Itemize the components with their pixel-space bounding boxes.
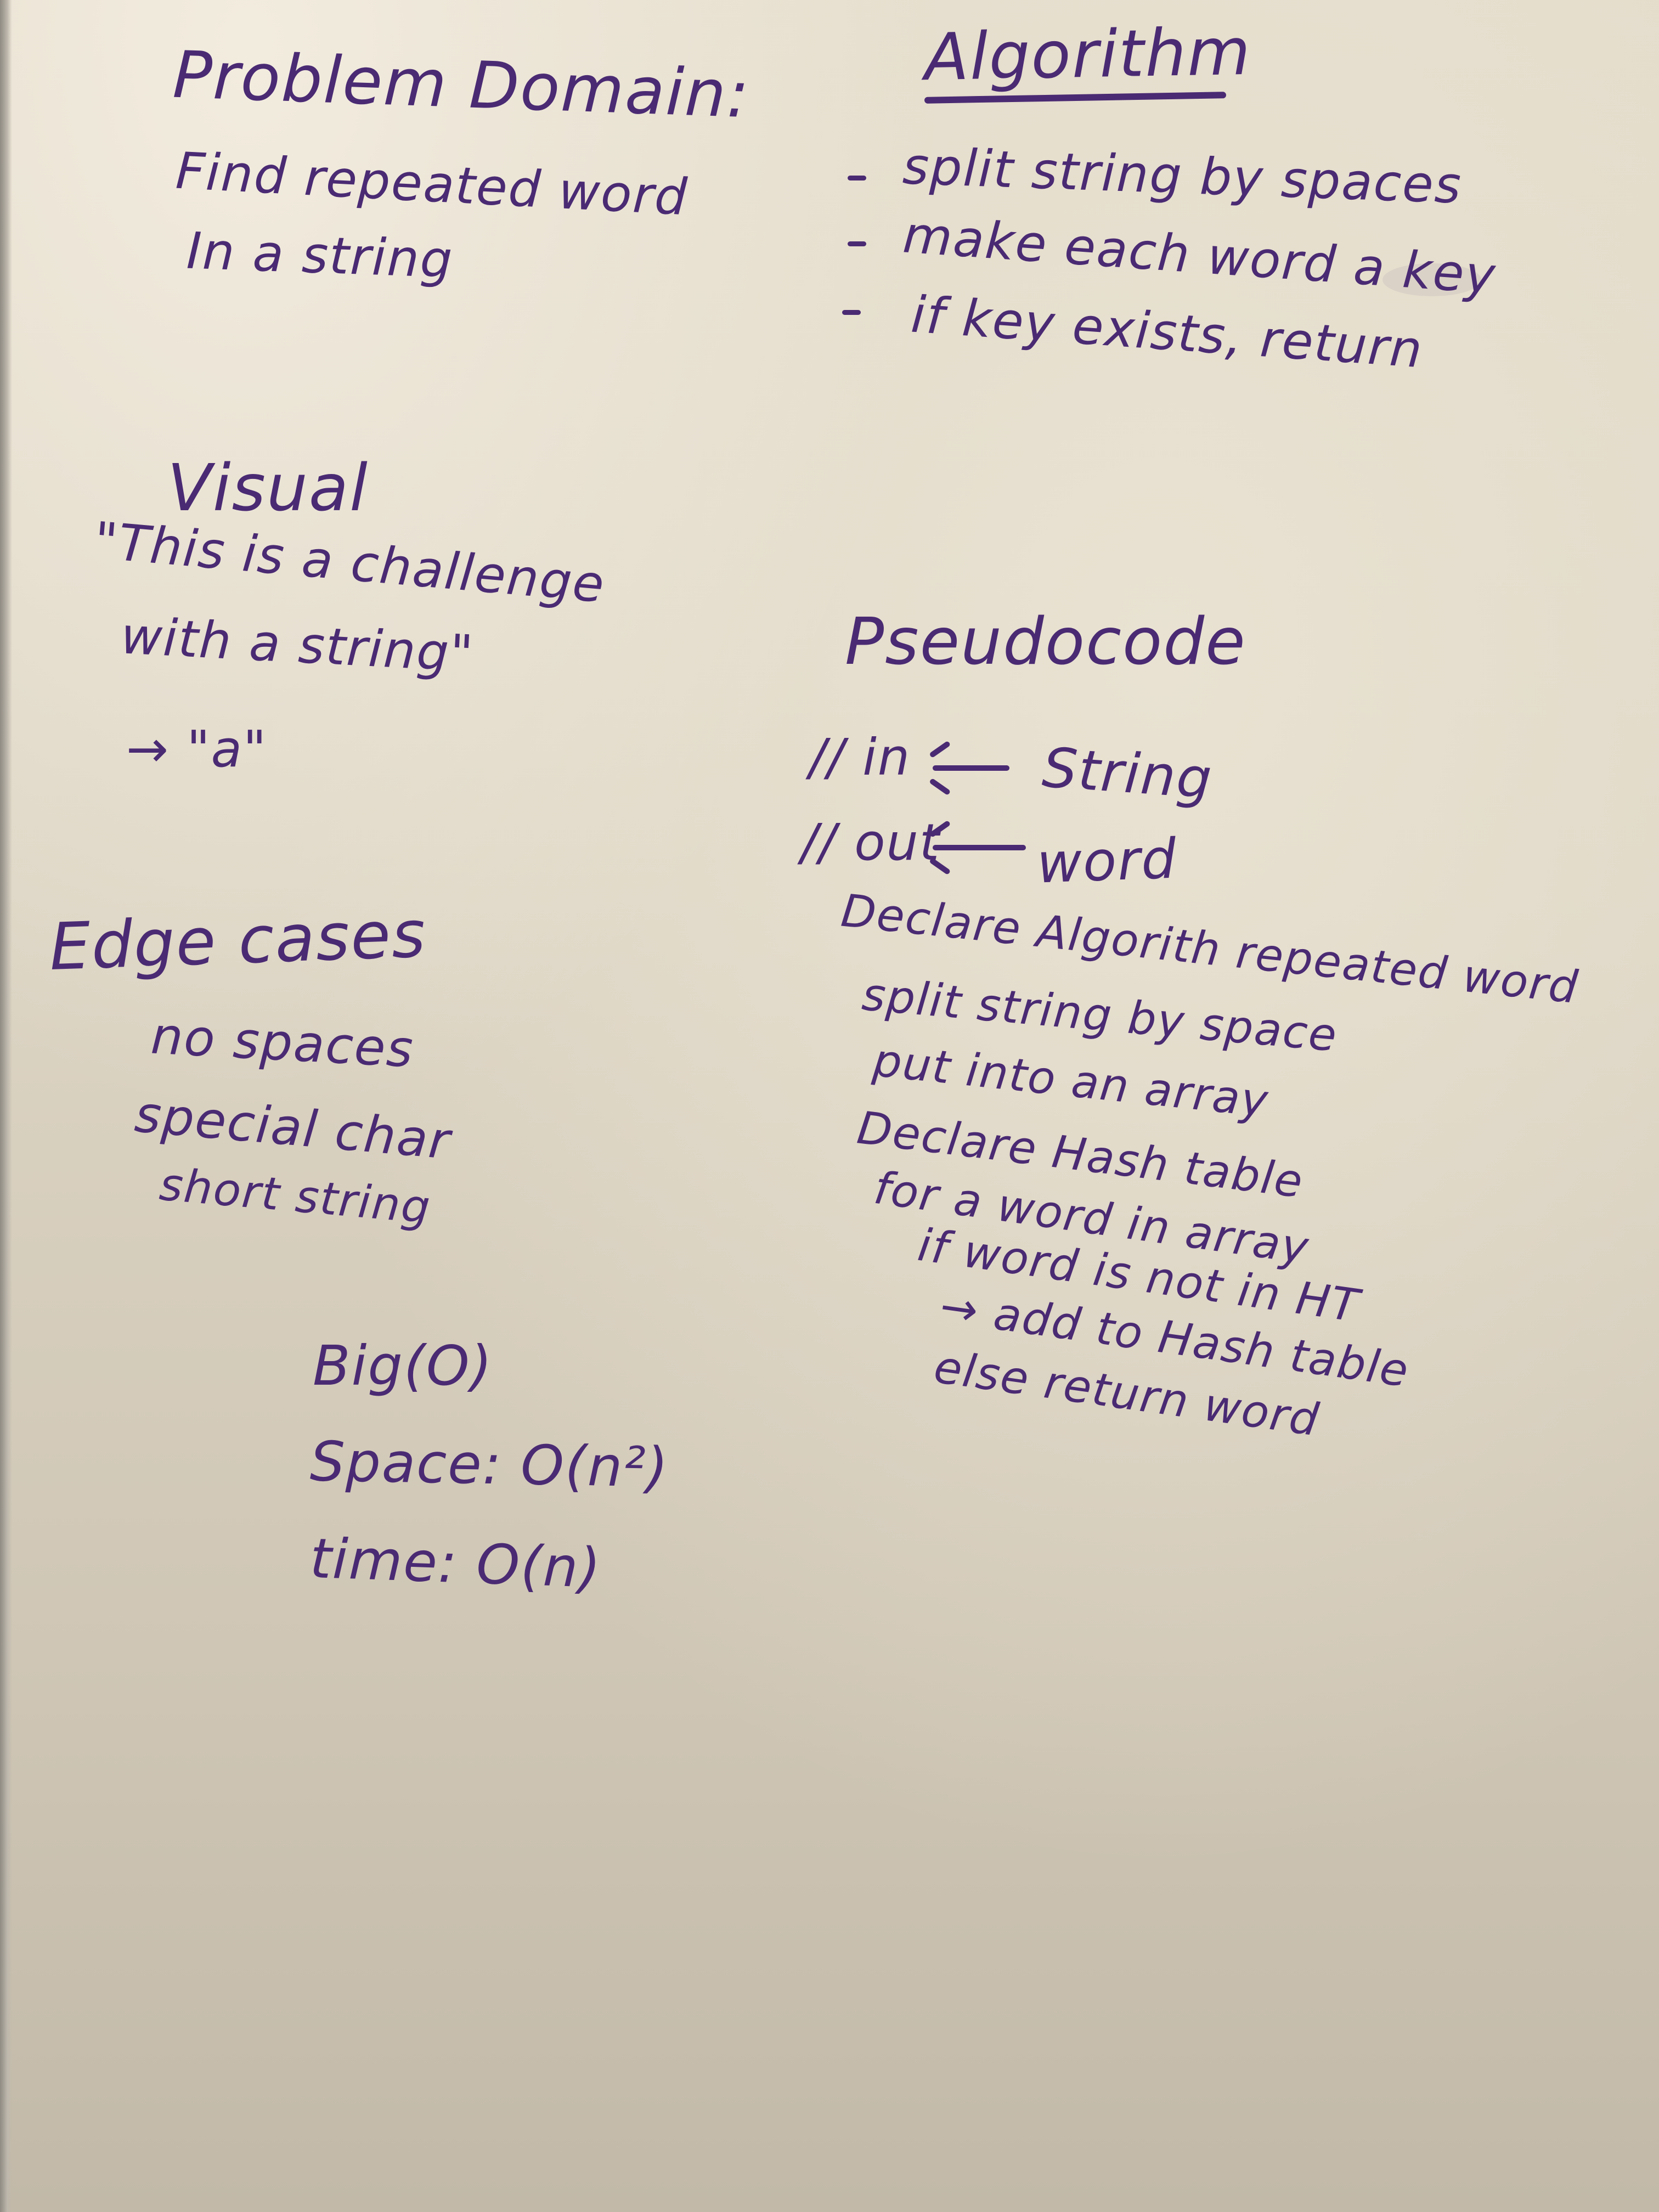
problem-domain-line-2: In a string: [185, 221, 455, 290]
algorithm-step-1: split string by spaces: [901, 137, 1463, 215]
pseudocode-in-label: // in: [809, 728, 911, 787]
whiteboard-frame-edge: [0, 0, 12, 2212]
edge-case-item: no spaces: [149, 1006, 416, 1079]
edge-cases-heading: Edge cases: [48, 896, 428, 985]
pseudocode-out-value: word: [1036, 826, 1178, 896]
algorithm-bullet-1: [848, 176, 866, 180]
big-o-space: Space: O(n²): [309, 1429, 670, 1500]
big-o-heading: Big(O): [313, 1334, 493, 1398]
whiteboard: Problem Domain: Find repeated word In a …: [0, 0, 1659, 2212]
visual-result: → "a": [126, 720, 268, 778]
algorithm-bullet-3: [842, 310, 861, 315]
visual-example-line-1: "This is a challenge: [92, 511, 608, 614]
edge-case-item: short string: [157, 1158, 433, 1234]
visual-example-line-2: with a string": [119, 606, 476, 684]
algorithm-step-2: make each word a key: [901, 205, 1498, 306]
pseudocode-out-label: // out: [801, 813, 940, 872]
algorithm-heading: Algorithm: [923, 13, 1252, 95]
edge-case-item: special char: [132, 1085, 453, 1171]
pseudocode-in-value: String: [1040, 735, 1215, 811]
algorithm-bullet-2: [848, 241, 866, 246]
algorithm-step-3: if key exists, return: [909, 285, 1425, 380]
visual-heading: Visual: [167, 450, 369, 526]
in-arrow-icon: [933, 765, 1009, 771]
problem-domain-heading: Problem Domain:: [171, 36, 752, 133]
big-o-time: time: O(n): [309, 1526, 603, 1601]
pseudocode-heading: Pseudocode: [845, 603, 1246, 679]
out-arrow-icon: [933, 845, 1026, 850]
problem-domain-line-1: Find repeated word: [174, 141, 690, 227]
